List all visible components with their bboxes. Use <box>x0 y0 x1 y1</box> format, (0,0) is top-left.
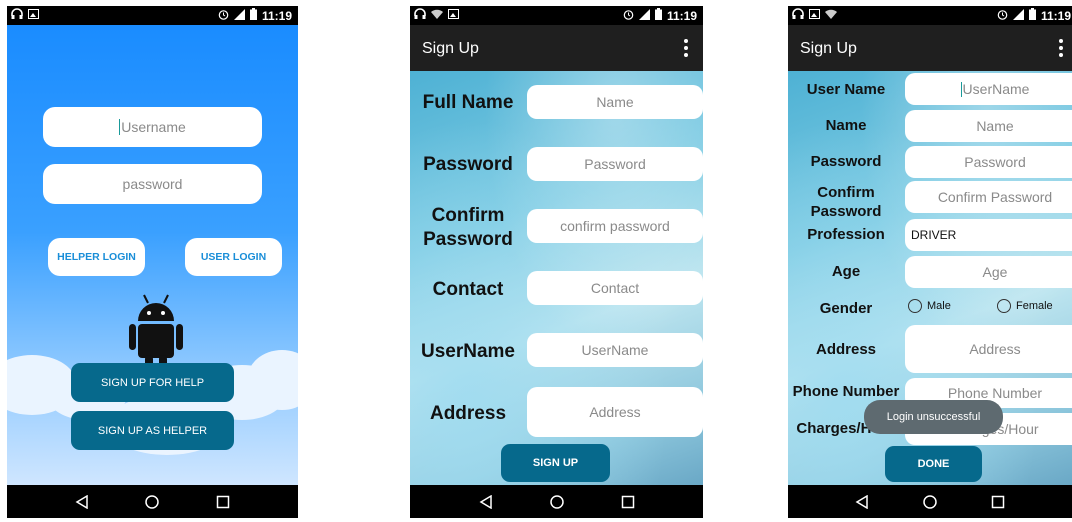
status-bar: 11:19 <box>788 6 1072 25</box>
confirm-password-input[interactable]: Confirm Password <box>905 181 1072 213</box>
android-logo <box>129 293 183 373</box>
full-name-input[interactable]: Name <box>527 85 703 119</box>
signup-screen-helper: 11:19 Sign Up User Name UserName Name Na… <box>788 6 1072 518</box>
sign-up-as-helper-button[interactable]: SIGN UP AS HELPER <box>71 411 234 450</box>
gender-female-radio[interactable]: Female <box>997 299 1053 313</box>
signal-icon <box>638 8 650 24</box>
contact-label: Contact <box>432 279 504 300</box>
navigation-bar <box>788 485 1072 518</box>
user-login-button[interactable]: USER LOGIN <box>185 238 282 276</box>
text-caret <box>119 119 121 135</box>
sign-up-for-help-button[interactable]: SIGN UP FOR HELP <box>71 363 234 402</box>
gender-male-label: Male <box>927 300 951 312</box>
password-label: Password <box>810 153 882 170</box>
username-input[interactable]: UserName <box>527 333 703 367</box>
name-input[interactable]: Name <box>905 110 1072 142</box>
app-bar-title: Sign Up <box>422 40 479 57</box>
battery-icon <box>249 8 257 24</box>
wifi-icon <box>825 9 837 23</box>
overflow-menu-icon[interactable] <box>1058 39 1064 57</box>
back-icon[interactable] <box>478 494 494 510</box>
navigation-bar <box>7 485 298 518</box>
signal-icon <box>1012 8 1024 24</box>
address-input[interactable]: Address <box>527 387 703 437</box>
home-icon[interactable] <box>922 494 938 510</box>
gender-female-label: Female <box>1016 300 1053 312</box>
address-input[interactable]: Address <box>905 325 1072 373</box>
confirm-password-label: Confirm Password <box>423 205 513 250</box>
navigation-bar <box>410 485 703 518</box>
password-input[interactable]: password <box>43 164 262 204</box>
gender-male-radio[interactable]: Male <box>908 299 951 313</box>
status-bar: 11:19 <box>410 6 703 25</box>
back-icon[interactable] <box>854 494 870 510</box>
helper-login-button[interactable]: HELPER LOGIN <box>48 238 145 276</box>
password-placeholder: password <box>122 176 183 192</box>
password-input[interactable]: Password <box>905 146 1072 178</box>
recents-icon[interactable] <box>620 494 636 510</box>
signup-screen-user: 11:19 Sign Up Full Name Name Password Pa… <box>410 6 703 518</box>
status-time: 11:19 <box>1040 9 1071 23</box>
age-input[interactable]: Age <box>905 256 1072 288</box>
app-bar: Sign Up <box>788 25 1072 71</box>
battery-icon <box>1028 8 1036 24</box>
contact-input[interactable]: Contact <box>527 271 703 305</box>
recents-icon[interactable] <box>215 494 231 510</box>
home-icon[interactable] <box>549 494 565 510</box>
full-name-label: Full Name <box>422 92 514 113</box>
username-placeholder: Username <box>121 119 186 135</box>
user-name-label: User Name <box>806 81 886 98</box>
image-notification-icon <box>448 9 459 23</box>
app-bar: Sign Up <box>410 25 703 71</box>
headphones-icon <box>11 8 23 24</box>
image-notification-icon <box>28 9 39 23</box>
overflow-menu-icon[interactable] <box>683 39 689 57</box>
status-time: 11:19 <box>666 9 697 23</box>
username-label: UserName <box>421 341 515 362</box>
alarm-icon <box>218 9 229 24</box>
status-time: 11:19 <box>261 9 292 23</box>
headphones-icon <box>792 8 804 24</box>
username-input[interactable]: Username <box>43 107 262 147</box>
login-screen: 11:19 Username password HELPER LOGIN USE… <box>7 6 298 518</box>
name-label: Name <box>825 117 867 134</box>
confirm-password-input[interactable]: confirm password <box>527 209 703 243</box>
image-notification-icon <box>809 9 820 23</box>
age-label: Age <box>831 263 861 280</box>
done-button[interactable]: DONE <box>885 446 982 482</box>
address-label: Address <box>429 403 507 424</box>
app-bar-title: Sign Up <box>800 40 857 57</box>
profession-dropdown[interactable]: DRIVER <box>905 219 1072 251</box>
phone-number-label: Phone Number <box>792 383 900 400</box>
wifi-icon <box>431 9 443 23</box>
toast-message: Login unsuccessful <box>864 400 1003 434</box>
password-label: Password <box>423 154 513 175</box>
radio-circle <box>908 299 922 313</box>
recents-icon[interactable] <box>990 494 1006 510</box>
address-label: Address <box>815 341 877 358</box>
profession-label: Profession <box>807 226 885 243</box>
status-bar: 11:19 <box>7 6 298 25</box>
confirm-password-label: Confirm Password <box>810 184 882 220</box>
user-name-input[interactable]: UserName <box>905 73 1072 105</box>
user-name-placeholder: UserName <box>962 81 1030 97</box>
headphones-icon <box>414 8 426 24</box>
alarm-icon <box>623 9 634 24</box>
signal-icon <box>233 8 245 24</box>
sign-up-button[interactable]: SIGN UP <box>501 444 610 482</box>
password-input[interactable]: Password <box>527 147 703 181</box>
text-caret <box>960 81 962 97</box>
radio-circle <box>997 299 1011 313</box>
back-icon[interactable] <box>74 494 90 510</box>
gender-label: Gender <box>819 300 873 317</box>
alarm-icon <box>997 9 1008 24</box>
home-icon[interactable] <box>144 494 160 510</box>
battery-icon <box>654 8 662 24</box>
